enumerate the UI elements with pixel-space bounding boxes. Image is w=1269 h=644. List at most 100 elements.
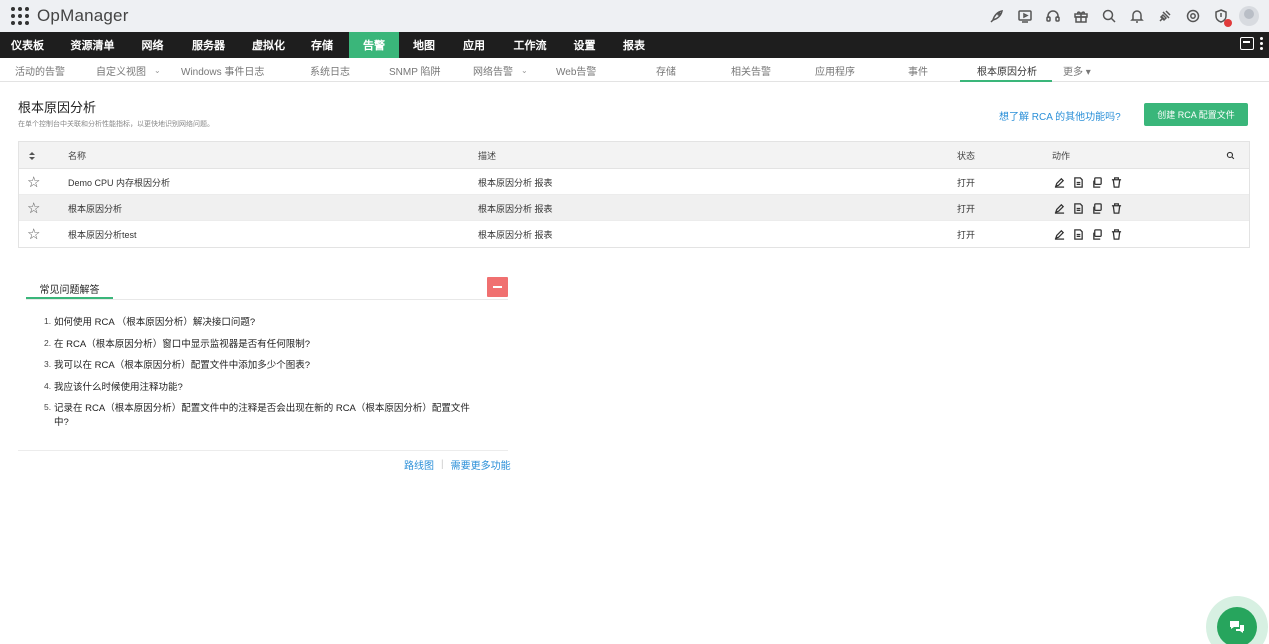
row-name[interactable]: 根本原因分析test xyxy=(68,221,137,247)
gear-icon[interactable] xyxy=(1183,6,1203,26)
report-icon[interactable] xyxy=(1073,176,1084,188)
headset-icon[interactable] xyxy=(1043,6,1063,26)
faq-question[interactable]: 我可以在 RCA（根本原因分析）配置文件中添加多少个图表? xyxy=(54,360,310,371)
search-icon[interactable] xyxy=(1099,6,1119,26)
chat-button[interactable] xyxy=(1217,607,1257,644)
delete-icon[interactable] xyxy=(1111,228,1122,240)
nav-reports[interactable]: 报表 xyxy=(608,32,660,58)
favorite-star-icon[interactable]: ☆ xyxy=(27,195,40,221)
faq-list: 1. 如何使用 RCA （根本原因分析）解决接口问题? 2. 在 RCA（根本原因分… xyxy=(44,316,484,438)
faq-question[interactable]: 如何使用 RCA （根本原因分析）解决接口问题? xyxy=(54,317,255,328)
nav-servers[interactable]: 服务器 xyxy=(175,32,242,58)
table-row[interactable]: ☆ 根本原因分析 根本原因分析 报表 打开 xyxy=(19,195,1249,221)
report-icon[interactable] xyxy=(1073,228,1084,240)
column-header-name[interactable]: 名称 xyxy=(68,142,86,169)
copy-icon[interactable] xyxy=(1092,202,1103,214)
footer-links: 路线图 | 需要更多功能 xyxy=(404,457,511,472)
subnav-more[interactable]: 更多 ▾ xyxy=(1063,58,1091,82)
row-description: 根本原因分析 报表 xyxy=(478,229,553,240)
footer-separator: | xyxy=(441,459,444,470)
nav-maps[interactable]: 地图 xyxy=(399,32,449,58)
learn-more-link[interactable]: 想了解 RCA 的其他功能吗? xyxy=(999,108,1121,123)
more-vertical-icon[interactable] xyxy=(1260,37,1263,50)
user-avatar[interactable] xyxy=(1239,6,1259,26)
copy-icon[interactable] xyxy=(1092,176,1103,188)
nav-alarms[interactable]: 告警 xyxy=(349,32,399,58)
gift-icon[interactable] xyxy=(1071,6,1091,26)
license-alert-icon[interactable] xyxy=(1211,6,1232,27)
favorite-star-icon[interactable]: ☆ xyxy=(27,169,40,195)
report-icon[interactable] xyxy=(1073,202,1084,214)
create-rca-profile-button[interactable]: 创建 RCA 配置文件 xyxy=(1144,103,1248,126)
bell-icon[interactable] xyxy=(1127,6,1147,26)
faq-item[interactable]: 4. 我应该什么时候使用注释功能? xyxy=(44,381,484,395)
subnav-active-alarms[interactable]: 活动的告警 xyxy=(15,58,65,82)
column-header-status[interactable]: 状态 xyxy=(957,142,975,169)
subnav-correlated-alarms[interactable]: 相关告警 xyxy=(731,58,771,82)
edit-icon[interactable] xyxy=(1054,177,1065,188)
subnav-applications[interactable]: 应用程序 xyxy=(815,58,855,82)
subnav-events[interactable]: 事件 xyxy=(908,58,928,82)
faq-number: 4. xyxy=(44,380,52,391)
delete-icon[interactable] xyxy=(1111,202,1122,214)
subnav-label: 自定义视图 xyxy=(96,66,146,78)
faq-tab[interactable]: 常见问题解答 xyxy=(26,280,113,299)
subnav-active-indicator xyxy=(960,80,1052,82)
nav-network[interactable]: 网络 xyxy=(130,32,175,58)
faq-question[interactable]: 在 RCA（根本原因分析）窗口中显示监视器是否有任何限制? xyxy=(54,339,310,350)
column-header-description[interactable]: 描述 xyxy=(478,142,496,169)
faq-question[interactable]: 记录在 RCA（根本原因分析）配置文件中的注释是否会出现在新的 RCA（根本原因… xyxy=(54,403,470,428)
plugin-icon[interactable] xyxy=(1155,6,1175,26)
table-search-icon[interactable] xyxy=(1226,142,1235,169)
subnav-label: 系统日志 xyxy=(310,66,350,78)
rocket-icon[interactable] xyxy=(987,6,1007,26)
app-title[interactable]: OpManager xyxy=(37,6,129,26)
subnav-label: 网络告警 xyxy=(473,66,513,78)
subnav-web-alarms[interactable]: Web告警 xyxy=(556,58,596,82)
copy-icon[interactable] xyxy=(1092,228,1103,240)
faq-item[interactable]: 1. 如何使用 RCA （根本原因分析）解决接口问题? xyxy=(44,316,484,330)
app-switcher-icon[interactable] xyxy=(11,7,29,25)
roadmap-link[interactable]: 路线图 xyxy=(404,457,434,472)
edit-icon[interactable] xyxy=(1054,229,1065,240)
subnav-windows-event-log[interactable]: Windows 事件日志 xyxy=(181,58,264,82)
nav-virtualization[interactable]: 虚拟化 xyxy=(242,32,295,58)
sort-icon[interactable] xyxy=(28,142,36,169)
header-toolbar xyxy=(987,6,1259,27)
row-name[interactable]: 根本原因分析 xyxy=(68,195,122,221)
subnav-snmp-traps[interactable]: SNMP 陷阱 xyxy=(389,58,441,82)
more-features-link[interactable]: 需要更多功能 xyxy=(451,457,511,472)
faq-item[interactable]: 3. 我可以在 RCA（根本原因分析）配置文件中添加多少个图表? xyxy=(44,359,484,373)
table-row[interactable]: ☆ 根本原因分析test 根本原因分析 报表 打开 xyxy=(19,221,1249,247)
nav-workflow[interactable]: 工作流 xyxy=(499,32,561,58)
table-row[interactable]: ☆ Demo CPU 内存根因分析 根本原因分析 报表 打开 xyxy=(19,169,1249,195)
subnav-storage[interactable]: 存储 xyxy=(656,58,676,82)
row-status: 打开 xyxy=(957,203,976,214)
delete-icon[interactable] xyxy=(1111,176,1122,188)
chevron-down-icon: ⌄ xyxy=(521,65,528,75)
faq-number: 3. xyxy=(44,359,52,369)
edit-icon[interactable] xyxy=(1054,203,1065,214)
favorite-star-icon[interactable]: ☆ xyxy=(27,221,40,247)
subnav-custom-views[interactable]: 自定义视图 ⌄ xyxy=(96,58,161,82)
faq-collapse-button[interactable] xyxy=(487,277,508,297)
window-icon[interactable] xyxy=(1240,37,1254,50)
faq-item[interactable]: 2. 在 RCA（根本原因分析）窗口中显示监视器是否有任何限制? xyxy=(44,338,484,352)
nav-apps[interactable]: 应用 xyxy=(449,32,499,58)
nav-settings[interactable]: 设置 xyxy=(561,32,608,58)
row-status: 打开 xyxy=(957,177,976,188)
row-name[interactable]: Demo CPU 内存根因分析 xyxy=(68,169,170,195)
nav-inventory[interactable]: 资源清单 xyxy=(55,32,130,58)
subnav-label: 应用程序 xyxy=(815,66,855,78)
row-actions xyxy=(1054,169,1122,195)
faq-item[interactable]: 5. 记录在 RCA（根本原因分析）配置文件中的注释是否会出现在新的 RCA（根本… xyxy=(44,402,484,430)
subnav-network-alarms[interactable]: 网络告警 ⌄ xyxy=(473,58,528,82)
row-actions xyxy=(1054,195,1122,221)
subnav-rca[interactable]: 根本原因分析 xyxy=(977,58,1037,82)
subnav-syslog[interactable]: 系统日志 xyxy=(310,58,350,82)
nav-storage[interactable]: 存储 xyxy=(295,32,349,58)
main-navigation: 仪表板 资源清单 网络 服务器 虚拟化 存储 告警 地图 应用 工作流 设置 报… xyxy=(0,32,1269,58)
faq-question[interactable]: 我应该什么时候使用注释功能? xyxy=(54,382,183,393)
video-tutorial-icon[interactable] xyxy=(1015,6,1035,26)
nav-dashboard[interactable]: 仪表板 xyxy=(0,32,55,58)
